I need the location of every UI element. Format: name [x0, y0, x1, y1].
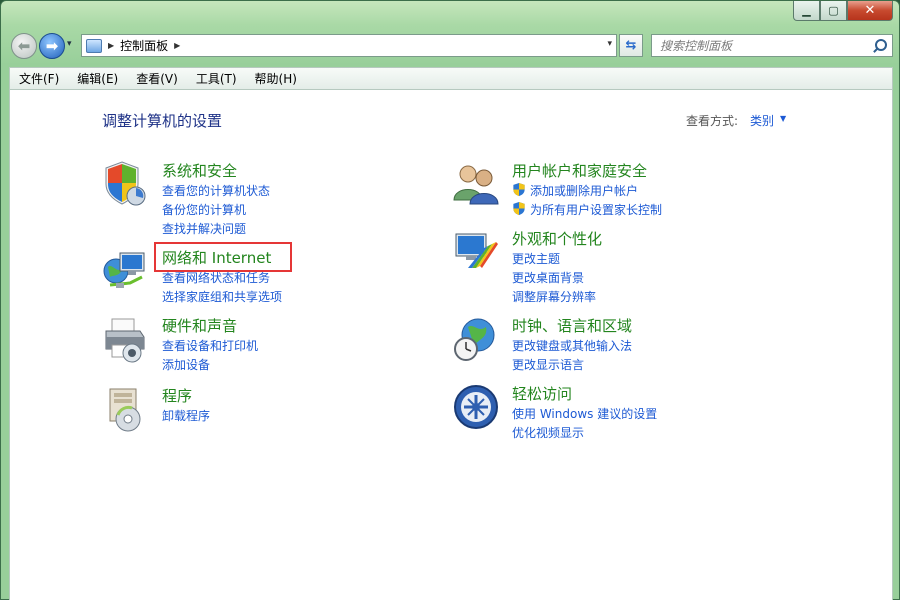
menu-edit[interactable]: 编辑(E) — [68, 70, 127, 87]
link-change-desktop-background[interactable]: 更改桌面背景 — [512, 269, 584, 286]
programs-icon[interactable] — [102, 385, 150, 433]
category-hardware-sound: 硬件和声音 查看设备和打印机 添加设备 — [102, 315, 362, 375]
category-title-network-internet[interactable]: 网络和 Internet — [162, 247, 271, 268]
link-change-keyboard[interactable]: 更改键盘或其他输入法 — [512, 337, 632, 354]
link-devices-printers[interactable]: 查看设备和打印机 — [162, 337, 258, 354]
users-icon[interactable] — [452, 160, 500, 208]
menu-bar: 文件(F) 编辑(E) 查看(V) 工具(T) 帮助(H) — [9, 67, 893, 89]
chevron-right-icon[interactable]: ▶ — [174, 41, 180, 50]
page-title: 调整计算机的设置 — [102, 112, 223, 130]
maximize-button[interactable]: ▢ — [820, 1, 847, 21]
search-box[interactable] — [651, 34, 893, 57]
link-add-device[interactable]: 添加设备 — [162, 356, 210, 373]
category-title-ease-of-access[interactable]: 轻松访问 — [512, 383, 572, 404]
category-title-system-security[interactable]: 系统和安全 — [162, 160, 237, 181]
category-title-appearance[interactable]: 外观和个性化 — [512, 228, 602, 249]
category-title-user-accounts[interactable]: 用户帐户和家庭安全 — [512, 160, 647, 181]
category-appearance: 外观和个性化 更改主题 更改桌面背景 调整屏幕分辨率 — [452, 228, 752, 308]
view-by-category-dropdown[interactable]: 类别 — [750, 112, 774, 129]
search-icon[interactable] — [870, 37, 888, 55]
shield-icon[interactable] — [102, 160, 150, 208]
link-recommended-settings[interactable]: 使用 Windows 建议的设置 — [512, 405, 657, 422]
back-button[interactable]: ⬅ — [11, 33, 37, 59]
menu-tools[interactable]: 工具(T) — [187, 70, 246, 87]
link-uninstall-program[interactable]: 卸载程序 — [162, 407, 210, 424]
network-icon[interactable] — [102, 247, 150, 295]
link-parental-controls[interactable]: 为所有用户设置家长控制 — [530, 201, 662, 218]
close-button[interactable]: ✕ — [847, 1, 893, 21]
menu-view[interactable]: 查看(V) — [127, 70, 187, 87]
breadcrumb-control-panel[interactable]: 控制面板 — [120, 37, 168, 54]
navigation-bar: ⬅ ➡ ▾ ▶ 控制面板 ▶ ▾ ⇆ — [9, 31, 893, 61]
link-adjust-resolution[interactable]: 调整屏幕分辨率 — [512, 288, 596, 305]
link-find-fix-problems[interactable]: 查找并解决问题 — [162, 220, 246, 237]
display-personalize-icon[interactable] — [452, 228, 500, 276]
search-input[interactable] — [652, 35, 870, 56]
recent-pages-dropdown[interactable]: ▾ — [67, 39, 72, 49]
caption-buttons: ▁ ▢ ✕ — [793, 1, 893, 22]
category-title-hardware-sound[interactable]: 硬件和声音 — [162, 315, 237, 336]
category-user-accounts: 用户帐户和家庭安全 添加或删除用户帐户 为所有用户设置家长控制 — [452, 160, 752, 220]
link-change-display-language[interactable]: 更改显示语言 — [512, 356, 584, 373]
category-title-programs[interactable]: 程序 — [162, 385, 192, 406]
dropdown-arrow-icon[interactable]: ▼ — [780, 114, 786, 123]
link-optimize-visual-display[interactable]: 优化视频显示 — [512, 424, 584, 441]
chevron-right-icon[interactable]: ▶ — [108, 41, 114, 50]
forward-button[interactable]: ➡ — [39, 33, 65, 59]
category-ease-of-access: 轻松访问 使用 Windows 建议的设置 优化视频显示 — [452, 383, 752, 443]
menu-file[interactable]: 文件(F) — [10, 70, 68, 87]
uac-shield-icon — [513, 201, 525, 216]
category-programs: 程序 卸载程序 — [102, 385, 362, 435]
link-backup-computer[interactable]: 备份您的计算机 — [162, 201, 246, 218]
control-panel-window: ▁ ▢ ✕ ⬅ ➡ ▾ ▶ 控制面板 ▶ ▾ ⇆ 文件(F) 编辑(E) 查看(… — [0, 0, 900, 600]
minimize-button[interactable]: ▁ — [793, 1, 820, 21]
link-change-theme[interactable]: 更改主题 — [512, 250, 560, 267]
content-area: 调整计算机的设置 查看方式: 类别 ▼ 系统和安全 查看您的计算机状态 备份您的… — [9, 89, 893, 600]
globe-clock-icon[interactable] — [452, 315, 500, 363]
link-view-network-status[interactable]: 查看网络状态和任务 — [162, 269, 270, 286]
address-dropdown-icon[interactable]: ▾ — [607, 39, 612, 49]
printer-icon[interactable] — [102, 315, 150, 363]
menu-help[interactable]: 帮助(H) — [246, 70, 306, 87]
view-by-label: 查看方式: — [686, 114, 739, 128]
category-network-internet: 网络和 Internet 查看网络状态和任务 选择家庭组和共享选项 — [102, 247, 362, 307]
link-view-computer-status[interactable]: 查看您的计算机状态 — [162, 182, 270, 199]
uac-shield-icon — [513, 182, 525, 197]
control-panel-icon — [86, 38, 102, 53]
address-bar[interactable]: ▶ 控制面板 ▶ ▾ — [81, 34, 617, 57]
category-system-security: 系统和安全 查看您的计算机状态 备份您的计算机 查找并解决问题 — [102, 160, 362, 240]
category-clock-language: 时钟、语言和区域 更改键盘或其他输入法 更改显示语言 — [452, 315, 752, 375]
category-title-clock-language[interactable]: 时钟、语言和区域 — [512, 315, 632, 336]
ease-of-access-icon[interactable] — [452, 383, 500, 431]
refresh-button[interactable]: ⇆ — [619, 34, 643, 57]
link-homegroup-sharing[interactable]: 选择家庭组和共享选项 — [162, 288, 282, 305]
link-add-remove-accounts[interactable]: 添加或删除用户帐户 — [530, 182, 638, 199]
